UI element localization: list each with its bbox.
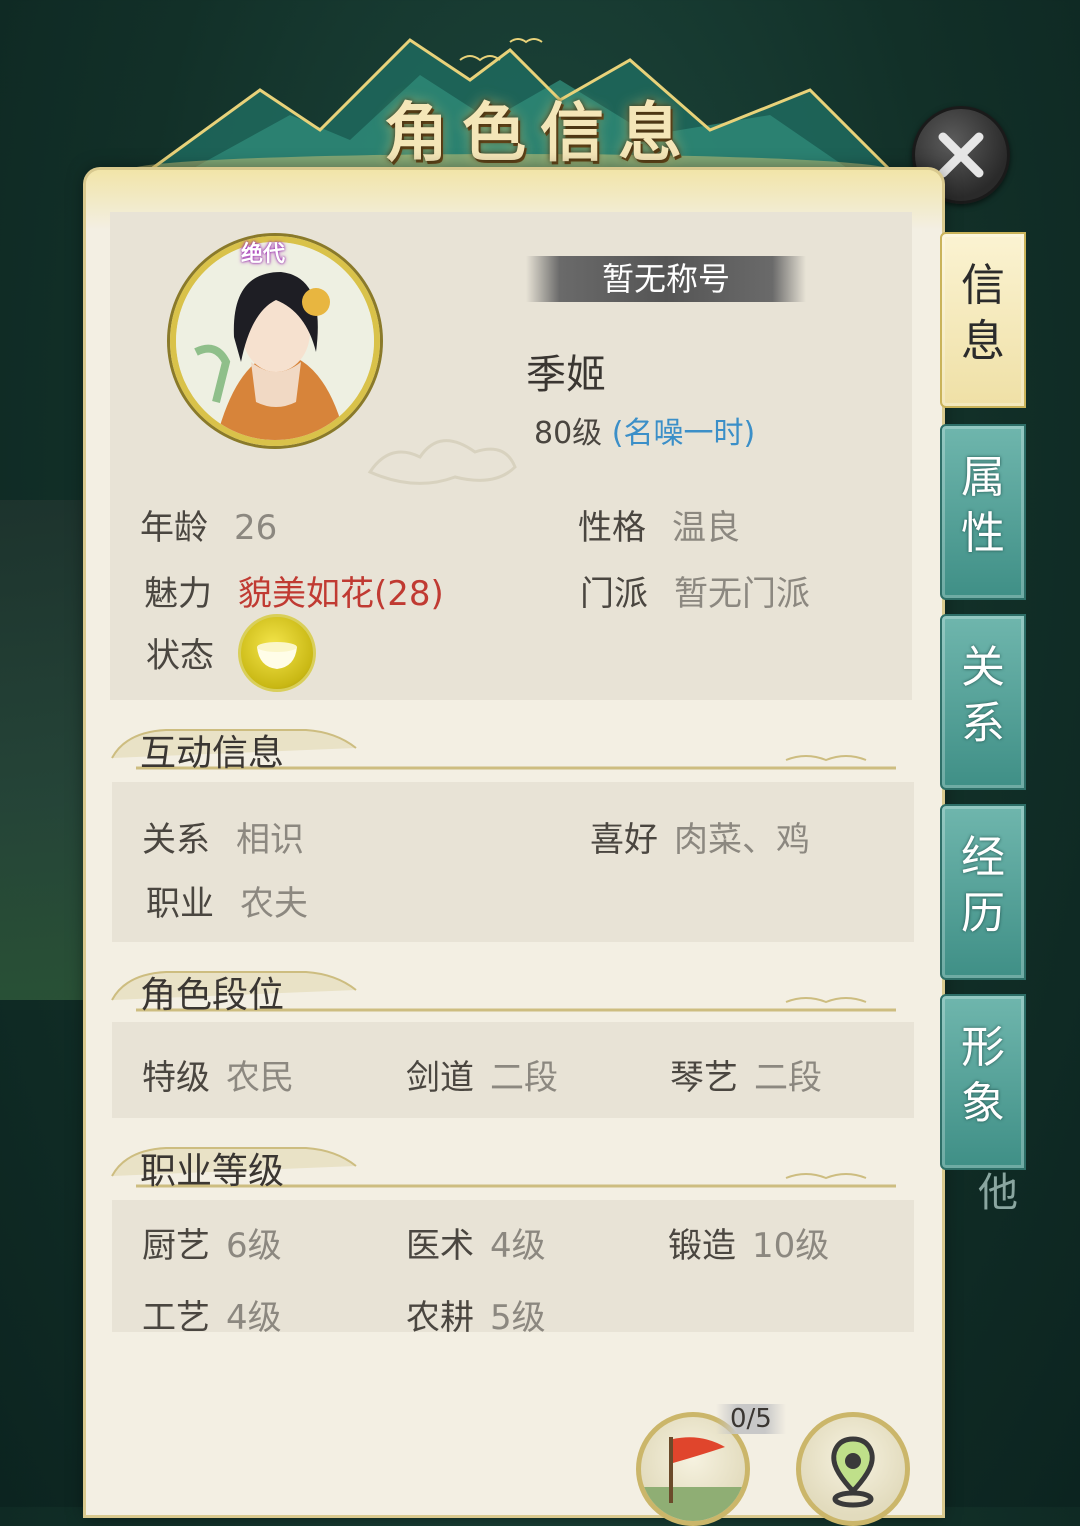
tab-label: 形象 — [961, 1022, 1005, 1129]
job-level-label: 工艺 — [142, 1298, 210, 1338]
job-level-value: 6级 — [226, 1226, 282, 1266]
likes-row: 喜好 肉菜、鸡 — [590, 812, 810, 861]
background-scenery — [0, 500, 90, 1000]
tab-experience[interactable]: 经历 — [940, 804, 1026, 980]
tab-label: 属性 — [961, 452, 1005, 559]
portrait-image — [176, 242, 374, 440]
sect-label: 门派 — [580, 574, 648, 614]
job-level-item: 厨艺 6级 — [142, 1218, 282, 1267]
job-level-item: 工艺 4级 — [142, 1290, 282, 1339]
ranks-title: 角色段位 — [140, 975, 285, 1016]
fame-text: (名噪一时) — [611, 416, 756, 451]
job-level-value: 4级 — [490, 1226, 546, 1266]
rank-item: 特级 农民 — [142, 1050, 294, 1099]
character-level: 80级 (名噪一时) — [534, 408, 755, 452]
level-text: 80级 — [534, 416, 603, 451]
rank-value: 二段 — [490, 1058, 558, 1098]
personality-label: 性格 — [578, 508, 646, 548]
job-level-value: 10级 — [752, 1226, 830, 1266]
job-level-item: 农耕 5级 — [406, 1290, 546, 1339]
rank-value: 农民 — [226, 1058, 294, 1098]
tab-appearance[interactable]: 形象 — [940, 994, 1026, 1170]
tab-info[interactable]: 信息 — [940, 232, 1026, 408]
rank-label: 剑道 — [406, 1058, 474, 1098]
rank-value: 二段 — [754, 1058, 822, 1098]
relation-row: 关系 相识 — [142, 812, 304, 861]
charm-row: 魅力 貌美如花(28) — [144, 566, 444, 615]
likes-value: 肉菜、鸡 — [674, 820, 810, 860]
interaction-box: 关系 相识 喜好 肉菜、鸡 职业 农夫 — [112, 782, 914, 942]
charm-label: 魅力 — [144, 574, 212, 614]
job-level-label: 农耕 — [406, 1298, 474, 1338]
hidden-tab-label: 他 — [978, 1170, 1018, 1216]
ranks-box: 特级 农民 剑道 二段 琴艺 二段 — [112, 1022, 914, 1118]
job-level-item: 医术 4级 — [406, 1218, 546, 1267]
status-bowl-button[interactable] — [238, 614, 316, 692]
job-value: 农夫 — [240, 884, 308, 924]
rarity-tag: 绝代 — [241, 241, 286, 267]
tab-relations[interactable]: 关系 — [940, 614, 1026, 790]
rank-item: 剑道 二段 — [406, 1050, 558, 1099]
flag-count: 0/5 — [716, 1404, 786, 1434]
job-level-label: 医术 — [406, 1226, 474, 1266]
sect-value: 暂无门派 — [674, 574, 810, 614]
age-label: 年龄 — [140, 508, 208, 548]
interaction-title: 互动信息 — [140, 733, 285, 774]
job-levels-title: 职业等级 — [140, 1151, 285, 1192]
age-value: 26 — [234, 508, 278, 548]
job-levels-box: 厨艺 6级 医术 4级 锻造 10级 工艺 4级 农耕 5级 — [112, 1200, 914, 1338]
rank-label: 特级 — [142, 1058, 210, 1098]
job-label: 职业 — [146, 884, 214, 924]
status-label: 状态 — [146, 636, 214, 676]
interaction-section-header: 互动信息 — [106, 718, 906, 778]
character-name: 季姬 — [526, 352, 606, 398]
rank-item: 琴艺 二段 — [670, 1050, 822, 1099]
job-levels-section-header: 职业等级 — [106, 1136, 906, 1196]
job-level-item: 锻造 10级 — [668, 1218, 829, 1267]
sect-row: 门派 暂无门派 — [580, 566, 810, 615]
cloud-decoration — [367, 439, 517, 485]
tab-label: 信息 — [961, 260, 1005, 367]
tab-label: 关系 — [961, 642, 1005, 749]
likes-label: 喜好 — [590, 820, 658, 860]
character-info-panel: 绝代 暂无称号 季姬 80级 (名噪一时) 年龄 26 性格 温良 魅力 貌美如花(2… — [86, 170, 942, 1515]
personality-row: 性格 温良 — [578, 500, 740, 549]
job-row: 职业 农夫 — [146, 876, 308, 925]
location-pin-icon — [831, 1436, 875, 1508]
rank-label: 琴艺 — [670, 1058, 738, 1098]
ranks-section-header: 角色段位 — [106, 960, 906, 1020]
relation-label: 关系 — [142, 820, 210, 860]
relation-value: 相识 — [236, 820, 304, 860]
tab-label: 经历 — [961, 832, 1005, 939]
tab-attributes[interactable]: 属性 — [940, 424, 1026, 600]
job-level-label: 厨艺 — [142, 1226, 210, 1266]
close-icon — [938, 132, 984, 178]
personality-value: 温良 — [672, 508, 740, 548]
bowl-icon — [257, 642, 297, 669]
job-level-value: 5级 — [490, 1298, 546, 1338]
job-level-value: 4级 — [226, 1298, 282, 1338]
charm-value: 貌美如花(28) — [238, 574, 444, 614]
location-button[interactable] — [796, 1412, 910, 1526]
job-level-label: 锻造 — [668, 1226, 736, 1266]
age-row: 年龄 26 — [140, 500, 277, 549]
title-banner: 暂无称号 — [526, 256, 806, 302]
